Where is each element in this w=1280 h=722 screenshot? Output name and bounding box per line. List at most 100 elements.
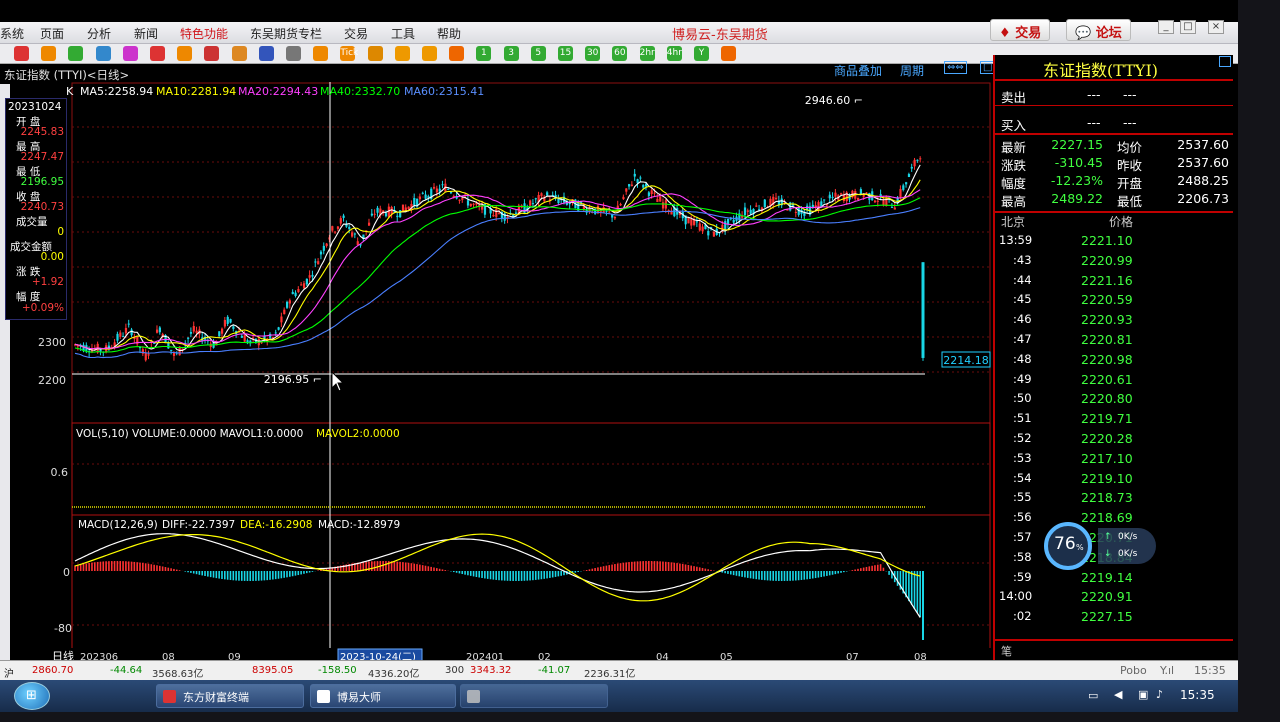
tray-expand-icon[interactable]: ◀: [1114, 688, 1122, 701]
menu-trade[interactable]: 交易: [344, 25, 368, 42]
draw-icon[interactable]: [204, 46, 220, 61]
net-speed-widget[interactable]: 76 % ↑ 0K/s ↓ 0K/s: [1044, 522, 1158, 570]
candle-body: [557, 198, 560, 204]
tray-clock[interactable]: 15:35: [1180, 688, 1215, 702]
daily-icon[interactable]: [367, 46, 383, 61]
start-button[interactable]: ⊞: [14, 682, 50, 710]
cross-icon[interactable]: [449, 46, 465, 61]
zoom-in-icon[interactable]: [122, 46, 138, 61]
forum-button[interactable]: 💬 论坛: [1066, 19, 1131, 41]
task-boyi[interactable]: 博易大师: [310, 684, 456, 708]
candle-body: [698, 223, 701, 231]
candle-body: [384, 213, 388, 217]
candle-body: [399, 210, 402, 218]
candle-body: [283, 309, 286, 315]
monthly-icon[interactable]: [422, 46, 437, 61]
candle-body: [356, 241, 359, 246]
status-index2-chg: -158.50: [318, 665, 357, 676]
candle-body: [546, 192, 549, 196]
candle-body: [687, 217, 690, 224]
60-min-icon[interactable]: 60: [612, 46, 628, 61]
1-min-icon[interactable]: 1: [476, 46, 492, 61]
tick-price: 2219.14: [1081, 569, 1133, 585]
5-min-icon[interactable]: 5: [530, 46, 546, 61]
candle-body: [339, 218, 342, 224]
candle-body: [859, 189, 863, 195]
year-icon[interactable]: Y: [694, 46, 709, 61]
candle-body: [424, 194, 427, 199]
weekly-icon[interactable]: [394, 46, 410, 61]
home-icon[interactable]: [14, 46, 29, 61]
signal-icon: Y.ıl: [1160, 664, 1175, 677]
layout-toggle-icon[interactable]: ⇔⇔: [944, 61, 967, 74]
minimize-button[interactable]: _: [1158, 20, 1174, 34]
15-min-icon[interactable]: 15: [558, 46, 573, 61]
tick-footer[interactable]: 笔: [1001, 643, 1012, 659]
tick-icon[interactable]: Tick: [340, 46, 358, 61]
refresh-icon[interactable]: [68, 46, 84, 61]
tick-price: 2219.10: [1081, 470, 1133, 486]
tray-keyboard-icon[interactable]: ▭: [1088, 689, 1098, 702]
2hr-icon[interactable]: 2hr: [639, 46, 655, 61]
chart-icon[interactable]: [313, 46, 329, 61]
3-min-icon[interactable]: 3: [503, 46, 519, 61]
buy-volume: ---: [1123, 115, 1137, 130]
status-brand: Pobo: [1120, 664, 1147, 677]
candle-body: [277, 327, 280, 330]
panel-expand-icon[interactable]: [1219, 56, 1231, 67]
zoom-out-icon[interactable]: [150, 46, 165, 61]
task-eastmoney[interactable]: 东方财富终端: [156, 684, 304, 708]
high-annotation: 2946.60 ⌐: [805, 94, 863, 107]
candle-body: [122, 336, 125, 338]
menu-news[interactable]: 新闻: [134, 25, 158, 42]
candle-body: [469, 203, 472, 207]
ruler-icon[interactable]: [258, 46, 274, 61]
period-button[interactable]: 周期: [900, 62, 924, 79]
tray-volume-icon[interactable]: ♪: [1156, 688, 1163, 701]
menu-help[interactable]: 帮助: [437, 25, 461, 42]
menu-features[interactable]: 特色功能: [180, 25, 228, 42]
candle-body: [492, 215, 495, 217]
menu-broker-column[interactable]: 东吴期货专栏: [250, 25, 322, 42]
maximize-button[interactable]: □: [1180, 20, 1196, 34]
candle-body: [755, 205, 758, 207]
candle-body: [119, 332, 122, 337]
4hr-icon[interactable]: 4hr: [666, 46, 682, 61]
tray-network-icon[interactable]: ▣: [1138, 688, 1148, 701]
pencil-icon[interactable]: [177, 46, 193, 61]
candle-body: [642, 185, 645, 188]
30-min-icon[interactable]: 30: [585, 46, 601, 61]
menu-analysis[interactable]: 分析: [87, 25, 111, 42]
candle-body: [902, 185, 905, 190]
divider: [995, 133, 1233, 135]
menu-system[interactable]: 系统: [0, 25, 24, 42]
task-other[interactable]: [460, 684, 608, 708]
tick-price: 2227.15: [1081, 609, 1133, 625]
candle-body: [260, 342, 263, 344]
quote-value: 2488.25: [1177, 173, 1229, 188]
tick-header-time: 北京: [1001, 215, 1026, 229]
candle-body: [396, 215, 399, 218]
search-icon[interactable]: [95, 46, 111, 61]
candle-body: [905, 182, 908, 185]
ma20-label: MA20:2294.43: [238, 85, 318, 98]
forum-button-label: 论坛: [1095, 26, 1122, 41]
status-index3: 3343.32: [470, 665, 512, 676]
grid-icon[interactable]: [721, 46, 737, 61]
folder-icon[interactable]: [41, 46, 57, 61]
quote-value: 2227.15: [1051, 137, 1103, 152]
overlay-button[interactable]: 商品叠加: [834, 62, 882, 79]
kline-chart[interactable]: 2300 2200 0.6 0 -80 2946.60 ⌐ 2196.95 ⌐ 2214.18…: [0, 82, 995, 662]
table-icon[interactable]: [286, 46, 301, 61]
close-button[interactable]: ×: [1208, 20, 1224, 34]
chart-background: [10, 82, 992, 660]
sell-label: 卖出: [1001, 90, 1027, 105]
text-icon[interactable]: [231, 46, 247, 61]
tick-time: :54: [1013, 470, 1032, 485]
menu-page[interactable]: 页面: [40, 25, 64, 42]
menu-tools[interactable]: 工具: [391, 25, 415, 42]
trade-button[interactable]: ♦ 交易: [990, 19, 1051, 41]
tick-price: 2220.59: [1081, 292, 1133, 308]
candle-body: [458, 199, 461, 201]
candle-body: [195, 330, 198, 333]
